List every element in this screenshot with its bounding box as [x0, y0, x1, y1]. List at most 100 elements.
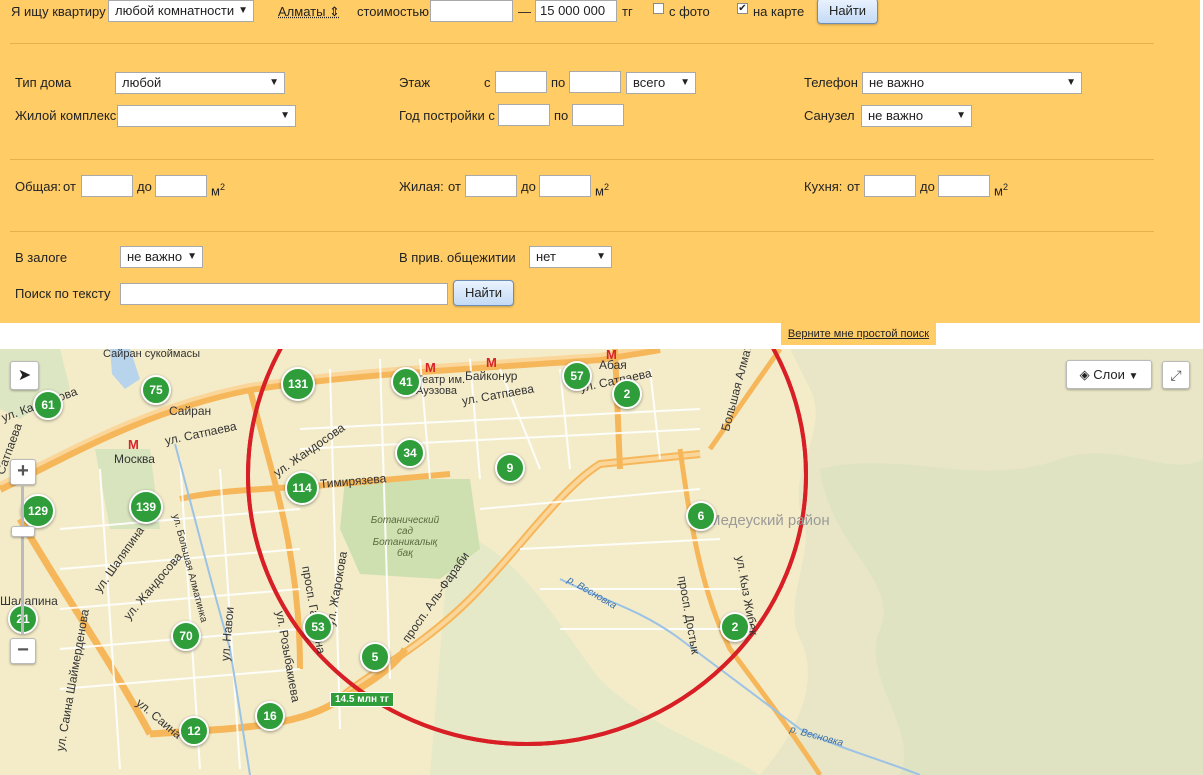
kitchen-unit: м2	[994, 179, 1008, 199]
cluster-marker[interactable]: 9	[495, 453, 525, 483]
cluster-marker[interactable]: 75	[141, 375, 171, 405]
cluster-marker[interactable]: 114	[285, 471, 319, 505]
street-label: Абая	[599, 358, 627, 372]
street-label: Сайран сукоймасы	[103, 349, 200, 360]
metro-icon: М	[425, 360, 436, 375]
chevron-down-icon: ▼	[187, 251, 197, 262]
cluster-marker[interactable]: 2	[720, 612, 750, 642]
street-label: Байконур	[465, 369, 518, 383]
map-label: на карте	[753, 4, 805, 19]
zoom-slider-track[interactable]	[21, 485, 24, 635]
cluster-marker[interactable]: 12	[179, 716, 209, 746]
total-area-label: Общая:	[15, 179, 62, 194]
chevron-down-icon: ▼	[1128, 371, 1139, 382]
price-to-input[interactable]: 15 000 000	[535, 0, 617, 22]
phone-value: не важно	[869, 75, 925, 90]
fullscreen-button[interactable]: ⤢	[1162, 361, 1190, 389]
floor-from-input[interactable]	[495, 71, 547, 93]
metro-icon: М	[486, 355, 497, 370]
living-from-label: от	[448, 179, 461, 194]
locate-button[interactable]: ➤	[10, 361, 39, 390]
cluster-marker[interactable]: 53	[303, 612, 333, 642]
chevron-down-icon: ▼	[280, 110, 290, 121]
cluster-marker[interactable]: 70	[171, 621, 201, 651]
unit-sup: 2	[1002, 182, 1008, 192]
simple-search-link[interactable]: Верните мне простой поиск	[781, 323, 936, 345]
rooms-select-value: любой комнатности	[115, 3, 235, 18]
find-button[interactable]: Найти	[817, 0, 878, 24]
text-search-input[interactable]	[120, 283, 448, 305]
divider	[10, 231, 1154, 232]
cluster-marker[interactable]: 5	[360, 642, 390, 672]
kitchen-area-from-input[interactable]	[864, 175, 916, 197]
cluster-marker[interactable]: 139	[129, 490, 163, 524]
year-label: Год постройки с	[399, 108, 495, 123]
map-checkbox[interactable]: ✔	[737, 3, 748, 14]
year-to-input[interactable]	[572, 104, 624, 126]
cluster-marker[interactable]: 16	[255, 701, 285, 731]
chevron-down-icon: ▼	[680, 77, 690, 88]
cluster-marker[interactable]: 41	[391, 367, 421, 397]
text-search-label: Поиск по тексту	[15, 286, 111, 301]
complex-select[interactable]: ▼	[117, 105, 296, 127]
kitchen-from-label: от	[847, 179, 860, 194]
dorm-value: нет	[536, 249, 556, 264]
house-type-select[interactable]: любой ▼	[115, 72, 285, 94]
zoom-out-button[interactable]: −	[10, 638, 36, 664]
pledge-select[interactable]: не важно ▼	[120, 246, 203, 268]
price-tag[interactable]: 14.5 млн тг	[330, 692, 394, 707]
expand-icon: ⤢	[1170, 367, 1182, 383]
unit-sup: 2	[219, 182, 225, 192]
metro-icon: М	[128, 437, 139, 452]
zoom-in-button[interactable]: +	[10, 459, 36, 485]
floor-to-input[interactable]	[569, 71, 621, 93]
kitchen-to-label: до	[920, 179, 935, 194]
layers-button[interactable]: ◈ Слои ▼	[1066, 360, 1152, 389]
rooms-select[interactable]: любой комнатности ▼	[108, 0, 254, 22]
floor-from-label: с	[484, 75, 491, 90]
chevron-down-icon: ▼	[596, 251, 606, 262]
floor-to-label: по	[551, 75, 566, 90]
city-link[interactable]: Алматы ⇕	[278, 4, 340, 20]
unit-sup: 2	[603, 182, 609, 192]
zoom-slider-handle[interactable]	[11, 526, 35, 537]
total-area-from-input[interactable]	[81, 175, 133, 197]
chevron-down-icon: ▼	[269, 77, 279, 88]
chevron-down-icon: ▼	[1066, 77, 1076, 88]
cluster-marker[interactable]: 57	[562, 361, 592, 391]
floor-total-select[interactable]: всего ▼	[626, 72, 696, 94]
cluster-marker[interactable]: 6	[686, 501, 716, 531]
year-to-label: по	[554, 108, 569, 123]
bathroom-select[interactable]: не важно ▼	[861, 105, 972, 127]
cluster-marker[interactable]: 61	[33, 390, 63, 420]
cluster-marker[interactable]: 131	[281, 367, 315, 401]
bathroom-label: Санузел	[804, 108, 855, 123]
complex-label: Жилой комплекс	[15, 108, 117, 123]
text-search-button[interactable]: Найти	[453, 280, 514, 306]
living-to-label: до	[521, 179, 536, 194]
map[interactable]: М М М М Сайран сукоймасы ул. Кабдолова С…	[0, 349, 1203, 775]
photo-checkbox[interactable]	[653, 3, 664, 14]
navigation-arrow-icon: ➤	[17, 367, 32, 384]
unit-text: м	[595, 183, 604, 199]
unit-text: м	[994, 183, 1003, 199]
price-from-input[interactable]	[430, 0, 513, 22]
street-label: Москва	[114, 452, 155, 466]
search-panel: Я ищу квартиру любой комнатности ▼ Алматы…	[0, 0, 1200, 323]
pledge-label: В залоге	[15, 250, 68, 265]
total-area-to-input[interactable]	[155, 175, 207, 197]
living-unit: м2	[595, 179, 609, 199]
currency-label: тг	[622, 4, 633, 19]
looking-for-label: Я ищу квартиру	[11, 4, 106, 19]
cluster-marker[interactable]: 129	[21, 494, 55, 528]
dorm-select[interactable]: нет ▼	[529, 246, 612, 268]
kitchen-area-to-input[interactable]	[938, 175, 990, 197]
cluster-marker[interactable]: 2	[612, 379, 642, 409]
phone-select[interactable]: не важно ▼	[862, 72, 1082, 94]
minus-icon: −	[17, 639, 29, 661]
year-from-input[interactable]	[498, 104, 550, 126]
living-area-from-input[interactable]	[465, 175, 517, 197]
living-area-to-input[interactable]	[539, 175, 591, 197]
plus-icon: +	[17, 460, 29, 482]
cluster-marker[interactable]: 34	[395, 438, 425, 468]
